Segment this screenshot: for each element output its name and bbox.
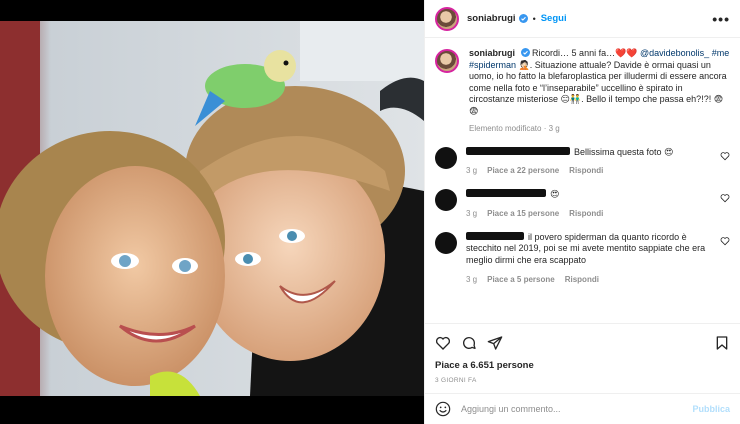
comment-likes[interactable]: Piace a 15 persone [487,209,559,218]
comment-input[interactable] [461,404,693,414]
heart-icon[interactable] [435,335,451,351]
post-date: 3 GIORNI FA [435,377,477,384]
comment-text: Bellissima questa foto 😍 [574,146,674,157]
comment-item: Bellissima questa foto 😍 3 g Piace a 22 p… [435,146,730,175]
heart-icon[interactable] [720,193,730,203]
comment-time: 3 g [466,166,478,176]
caption-meta: Elemento modificato · 3 g [469,124,730,133]
action-bar [435,332,730,354]
mention-link[interactable]: @davidebonolis_ [640,48,709,58]
separator-dot: · [543,123,547,133]
heart-icon[interactable] [720,236,730,246]
comment-item: 😍 3 g Piace a 15 persone Rispondi [435,189,730,218]
emoji-icon[interactable] [435,401,451,417]
comment-likes[interactable]: Piace a 5 persone [487,275,555,284]
redacted-username [466,146,570,155]
author-avatar[interactable] [435,6,459,31]
reply-button[interactable]: Rispondi [569,166,603,175]
redacted-username [466,231,524,240]
heart-icon[interactable] [720,151,730,161]
share-icon[interactable] [487,335,503,351]
comments-list: Bellissima questa foto 😍 3 g Piace a 22 p… [435,146,730,284]
post-media[interactable] [0,0,424,424]
edited-label: Elemento modificato [469,123,542,133]
caption: soniabrugi Ricordi… 5 anni fa…❤️❤️ @davi… [435,48,730,133]
post-photo [0,21,424,396]
reply-button[interactable]: Rispondi [569,209,603,218]
caption-avatar[interactable] [435,49,459,73]
commenter-avatar[interactable] [435,146,457,169]
post-header: soniabrugi • Segui ••• [425,0,740,38]
comment-time: 3 g [466,274,478,284]
caption-username[interactable]: soniabrugi [469,48,515,58]
comment-meta: 3 g Piace a 15 persone Rispondi [466,209,710,218]
post-body: soniabrugi Ricordi… 5 anni fa…❤️❤️ @davi… [425,38,740,323]
separator-dot: • [532,13,536,24]
hashtag-link[interactable]: #me [712,48,730,58]
commenter-avatar[interactable] [435,189,457,212]
verified-icon [520,48,530,57]
caption-part: Ricordi… 5 anni fa…❤️❤️ [532,48,640,58]
comment-text: 😍 [550,189,560,200]
add-comment-bar: Pubblica [425,393,740,424]
post-actions: Piace a 6.651 persone 3 GIORNI FA [425,323,740,384]
author-username[interactable]: soniabrugi [467,13,516,24]
comment-meta: 3 g Piace a 5 persone Rispondi [466,275,710,284]
hashtag-link[interactable]: #spiderman [469,60,516,70]
comment-time: 3 g [466,208,478,218]
post-sidebar: soniabrugi • Segui ••• soniabrugi Ricord… [424,0,740,424]
instagram-post-modal: soniabrugi • Segui ••• soniabrugi Ricord… [0,0,740,424]
caption-text: soniabrugi Ricordi… 5 anni fa…❤️❤️ @davi… [469,48,730,118]
verified-icon [518,14,528,23]
more-icon[interactable]: ••• [712,11,730,27]
reply-button[interactable]: Rispondi [565,275,599,284]
comment-likes[interactable]: Piace a 22 persone [487,166,559,175]
redacted-username [466,189,546,198]
comment-meta: 3 g Piace a 22 persone Rispondi [466,166,710,175]
follow-button[interactable]: Segui [541,13,567,24]
caption-time: 3 g [548,123,560,133]
bookmark-icon[interactable] [714,335,730,351]
comment-item: il povero spiderman da quanto ricordo è … [435,231,730,284]
likes-count[interactable]: Piace a 6.651 persone [435,360,730,371]
publish-button[interactable]: Pubblica [692,404,730,414]
comment-icon[interactable] [461,335,477,351]
commenter-avatar[interactable] [435,231,457,254]
